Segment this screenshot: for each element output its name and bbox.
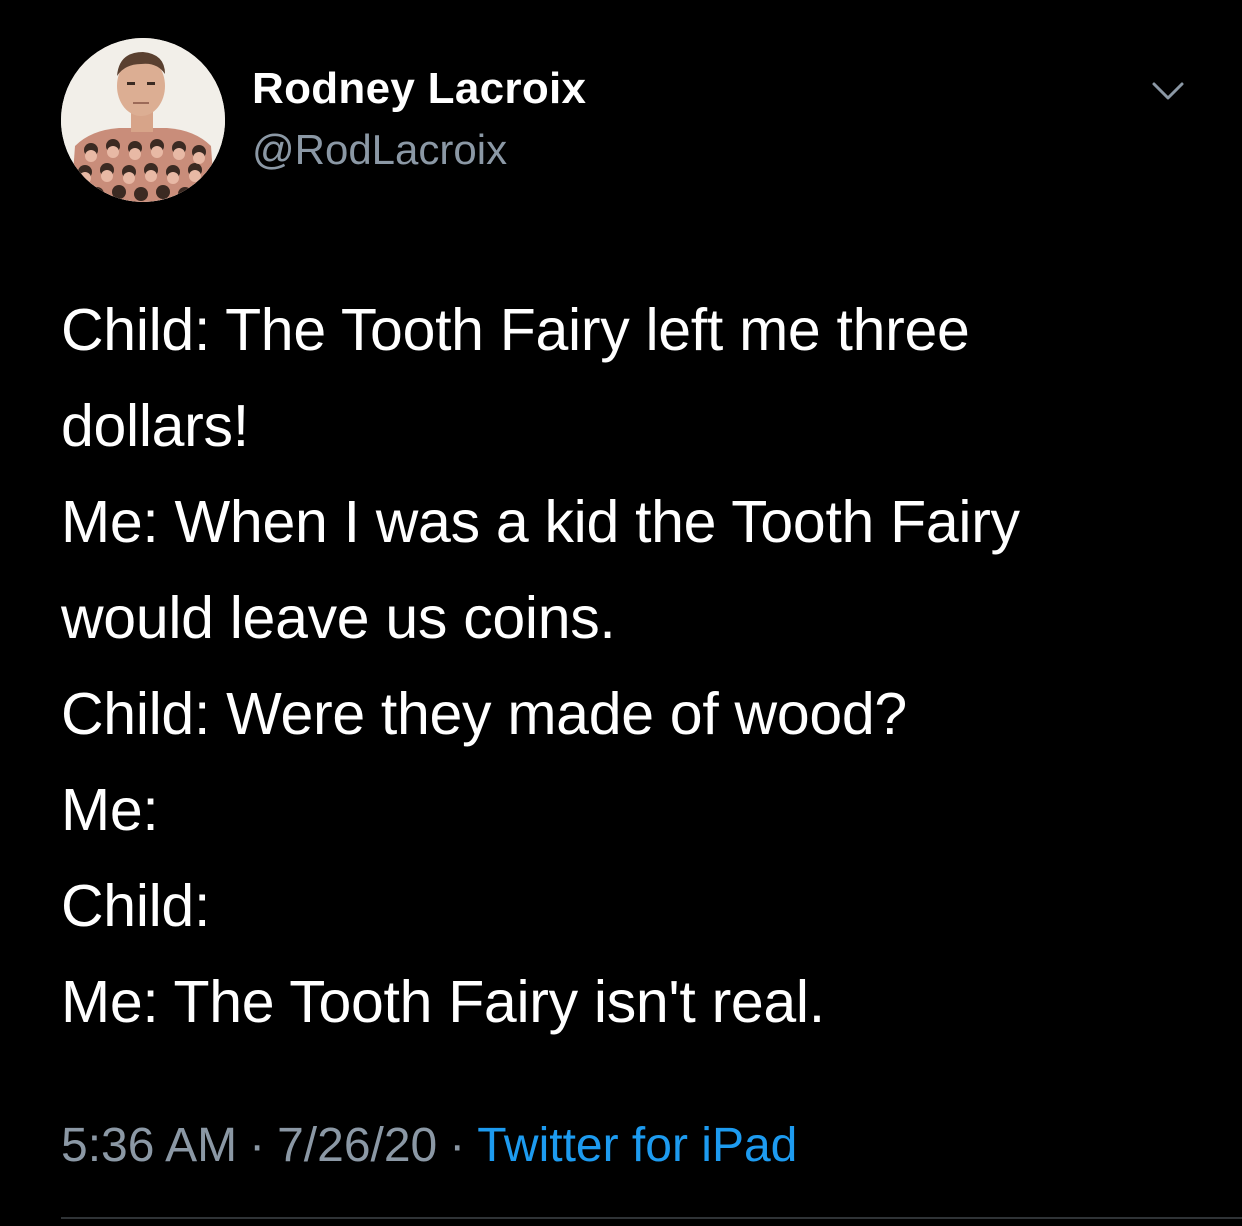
avatar[interactable]: [61, 38, 225, 202]
tweet-line: Me: When I was a kid the Tooth Fairy: [61, 489, 1020, 555]
tweet-text: Child: The Tooth Fairy left me three dol…: [61, 282, 1201, 1050]
tweet-line: dollars!: [61, 393, 249, 459]
tweet-line: would leave us coins.: [61, 585, 616, 651]
tweet-line: Me:: [61, 777, 159, 843]
author-handle[interactable]: @RodLacroix: [252, 126, 507, 174]
tweet-source-link[interactable]: Twitter for iPad: [477, 1119, 797, 1172]
tweet-metadata: 5:36 AM · 7/26/20 · Twitter for iPad: [61, 1118, 797, 1173]
avatar-image: [61, 38, 225, 202]
meta-separator: ·: [249, 1119, 266, 1172]
tweet-time[interactable]: 5:36 AM: [61, 1119, 237, 1172]
tweet-card: Rodney Lacroix @RodLacroix Child: The To…: [0, 0, 1242, 1226]
chevron-down-icon[interactable]: [1148, 76, 1188, 106]
tweet-line: Child: Were they made of wood?: [61, 681, 907, 747]
tweet-line: Child: The Tooth Fairy left me three: [61, 297, 970, 363]
author-name[interactable]: Rodney Lacroix: [252, 64, 586, 114]
tweet-date[interactable]: 7/26/20: [277, 1119, 437, 1172]
divider: [61, 1217, 1242, 1219]
tweet-line: Me: The Tooth Fairy isn't real.: [61, 969, 825, 1035]
tweet-line: Child:: [61, 873, 211, 939]
meta-separator: ·: [449, 1119, 466, 1172]
